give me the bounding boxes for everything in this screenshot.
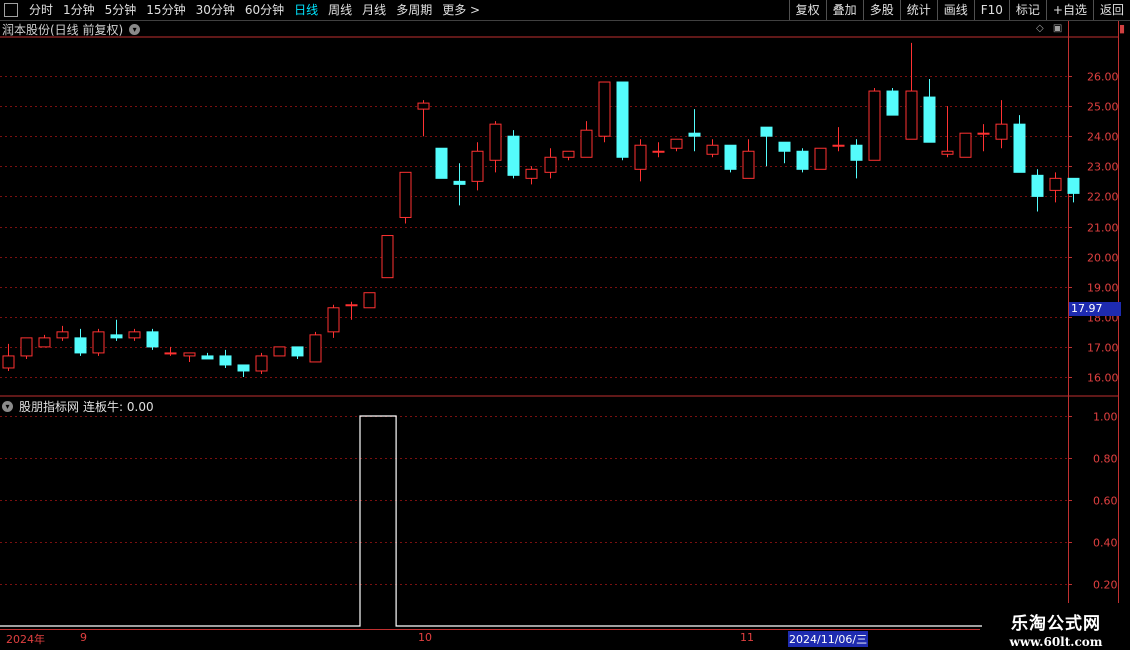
candle-body-9 bbox=[164, 352, 177, 355]
candle-body-3 bbox=[56, 331, 69, 339]
candle-body-21 bbox=[381, 235, 394, 279]
candle-body-19 bbox=[345, 304, 358, 307]
candle-body-27 bbox=[489, 123, 502, 161]
price-tick-label-3: 19.00 bbox=[1087, 282, 1119, 295]
right-side-strip[interactable]: ▮ bbox=[1119, 21, 1130, 621]
candle-body-22 bbox=[399, 171, 412, 218]
candle-body-34 bbox=[616, 81, 629, 158]
candle-body-28 bbox=[507, 135, 520, 176]
date-month-9: 9 bbox=[80, 631, 87, 644]
candle-body-23 bbox=[417, 102, 430, 110]
candle-body-13 bbox=[237, 364, 250, 372]
price-tick-label-8: 24.00 bbox=[1087, 131, 1119, 144]
candle-body-55 bbox=[995, 123, 1008, 140]
watermark-title: 乐淘公式网 bbox=[1011, 614, 1101, 634]
watermark-url: www.60lt.com bbox=[1009, 635, 1103, 649]
candle-body-6 bbox=[110, 334, 123, 339]
date-month-10: 10 bbox=[418, 631, 432, 644]
indicator-tick-label-2: 0.60 bbox=[1093, 495, 1118, 508]
candle-body-31 bbox=[562, 150, 575, 158]
candle-body-25 bbox=[453, 180, 466, 185]
candle-body-50 bbox=[905, 90, 918, 140]
kline-chart[interactable]: 16.0017.0018.0019.0020.0021.0022.0023.00… bbox=[0, 0, 1130, 650]
date-axis: 2024年 9 10 11 2024/11/06/三 bbox=[0, 630, 980, 650]
candle-body-44 bbox=[796, 150, 809, 170]
price-tick-label-5: 21.00 bbox=[1087, 222, 1119, 235]
candle-body-20 bbox=[363, 292, 376, 309]
indicator-tick-label-1: 0.40 bbox=[1093, 537, 1118, 550]
candle-body-53 bbox=[959, 132, 972, 158]
candle-body-33 bbox=[598, 81, 611, 137]
candle-body-17 bbox=[309, 334, 322, 363]
candle-body-35 bbox=[634, 144, 647, 170]
price-tick-label-0: 16.00 bbox=[1087, 372, 1119, 385]
candle-body-43 bbox=[778, 141, 791, 152]
candle-body-8 bbox=[146, 331, 159, 348]
strip-mark-icon: ▮ bbox=[1119, 22, 1126, 35]
candle-body-36 bbox=[652, 150, 665, 153]
candle-body-56 bbox=[1013, 123, 1026, 173]
price-tick-label-6: 22.00 bbox=[1087, 191, 1119, 204]
candle-body-4 bbox=[74, 337, 87, 354]
candle-body-26 bbox=[471, 150, 484, 182]
price-tick-label-7: 23.00 bbox=[1087, 161, 1119, 174]
indicator-tick-label-4: 1.00 bbox=[1093, 411, 1118, 424]
candle-body-15 bbox=[273, 346, 286, 357]
candle-body-38 bbox=[688, 132, 701, 137]
candle-body-30 bbox=[544, 156, 557, 173]
candle-body-1 bbox=[20, 337, 33, 357]
price-tick-label-10: 26.00 bbox=[1087, 71, 1119, 84]
current-price-tag: 17.97 bbox=[1069, 302, 1121, 316]
candle-body-2 bbox=[38, 337, 51, 348]
candle-body-57 bbox=[1031, 174, 1044, 197]
candle-body-54 bbox=[977, 132, 990, 135]
candle-body-14 bbox=[255, 355, 268, 372]
candle-body-12 bbox=[219, 355, 232, 366]
candle-body-32 bbox=[580, 129, 593, 158]
price-tick-label-4: 20.00 bbox=[1087, 252, 1119, 265]
candle-body-37 bbox=[670, 138, 683, 149]
candle-body-46 bbox=[832, 144, 845, 147]
candle-body-29 bbox=[525, 168, 538, 179]
candle-body-7 bbox=[128, 331, 141, 339]
candle-body-45 bbox=[814, 147, 827, 170]
candle-body-18 bbox=[327, 307, 340, 333]
price-tick-label-9: 25.00 bbox=[1087, 101, 1119, 114]
candle-body-16 bbox=[291, 346, 304, 357]
indicator-line bbox=[0, 415, 1082, 627]
watermark: 乐淘公式网 www.60lt.com bbox=[982, 603, 1130, 650]
candle-body-49 bbox=[886, 90, 899, 116]
candle-body-52 bbox=[941, 150, 954, 155]
indicator-name: 股朋指标网 bbox=[19, 400, 80, 414]
candle-body-40 bbox=[724, 144, 737, 170]
candle-body-42 bbox=[760, 126, 773, 137]
date-month-11: 11 bbox=[740, 631, 754, 644]
date-year: 2024年 bbox=[6, 633, 45, 646]
cursor-date: 2024/11/06/三 bbox=[788, 631, 869, 647]
candle-body-59 bbox=[1067, 177, 1080, 194]
indicator-title-bar: ▾ 股朋指标网 连板牛: 0.00 bbox=[2, 398, 154, 415]
indicator-tick-label-3: 0.80 bbox=[1093, 453, 1118, 466]
candle-body-10 bbox=[183, 352, 196, 357]
candle-body-0 bbox=[2, 355, 15, 369]
candle-body-39 bbox=[706, 144, 719, 155]
candle-body-41 bbox=[742, 150, 755, 179]
candle-body-11 bbox=[201, 355, 214, 360]
candle-body-48 bbox=[868, 90, 881, 161]
candle-body-5 bbox=[92, 331, 105, 354]
indicator-value: 连板牛: 0.00 bbox=[83, 400, 154, 414]
chevron-down-icon[interactable]: ▾ bbox=[2, 401, 13, 412]
price-tick-label-1: 17.00 bbox=[1087, 342, 1119, 355]
candle-body-47 bbox=[850, 144, 863, 161]
indicator-tick-label-0: 0.20 bbox=[1093, 579, 1118, 592]
candle-body-24 bbox=[435, 147, 448, 179]
candle-body-58 bbox=[1049, 177, 1062, 191]
candle-body-51 bbox=[923, 96, 936, 143]
